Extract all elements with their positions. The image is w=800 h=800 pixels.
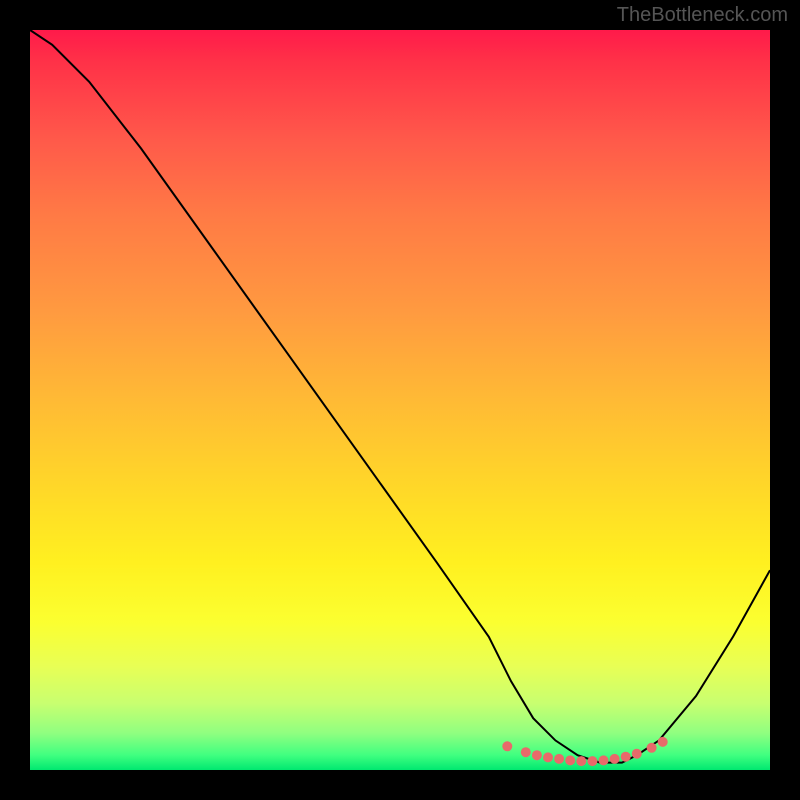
marker-point [621, 752, 631, 762]
marker-point [502, 741, 512, 751]
marker-point [532, 750, 542, 760]
marker-point [587, 756, 597, 766]
chart-plot-area [30, 30, 770, 770]
bottleneck-curve [30, 30, 770, 763]
marker-point [599, 755, 609, 765]
marker-point [647, 743, 657, 753]
marker-point [658, 737, 668, 747]
marker-point [610, 754, 620, 764]
watermark-text: TheBottleneck.com [617, 4, 788, 27]
marker-point [576, 756, 586, 766]
marker-point [565, 755, 575, 765]
marker-point [554, 754, 564, 764]
marker-point [521, 747, 531, 757]
chart-svg [30, 30, 770, 770]
marker-point [543, 752, 553, 762]
marker-point [632, 749, 642, 759]
